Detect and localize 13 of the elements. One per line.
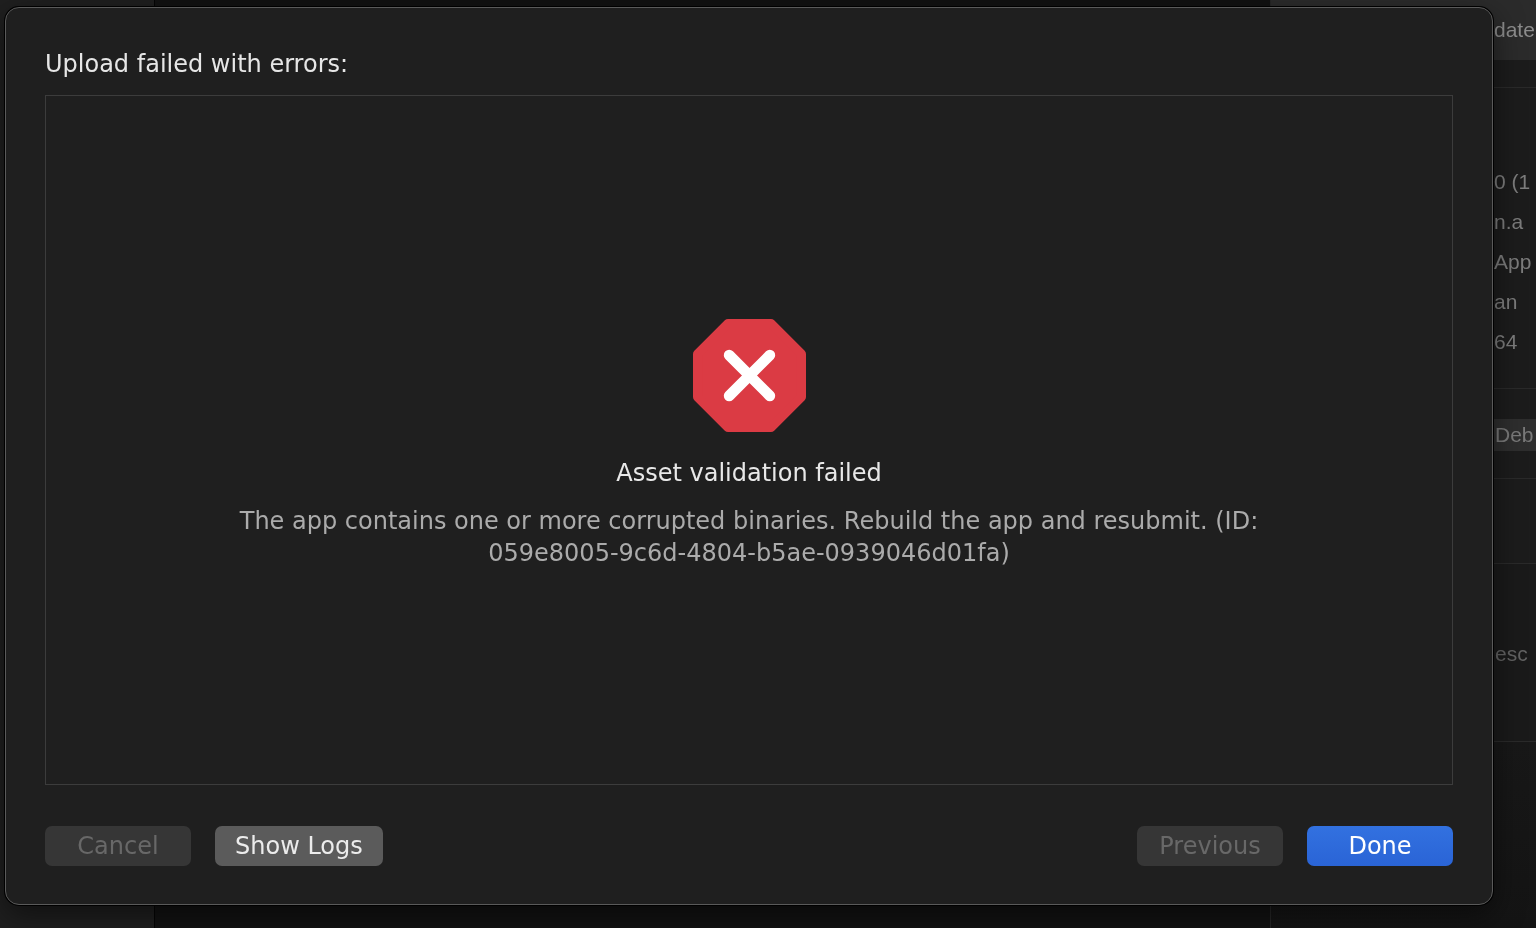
dialog-title: Upload failed with errors: [45, 49, 349, 80]
info-value: 0 (1 [1494, 169, 1532, 195]
dialog-button[interactable]: Done [1307, 826, 1453, 866]
error-message: The app contains one or more corrupted binaries. Rebuild the app and resubmit. (ID: 059e8005-9c6d-4804-b5ae-0939046d01fa) [238, 506, 1260, 569]
result-heading: Asset validation failed [616, 458, 882, 489]
panel-title: date [1494, 18, 1535, 42]
panel-button[interactable]: Deb [1493, 419, 1536, 451]
info-value: App [1494, 249, 1533, 275]
info-value: 64 [1494, 329, 1519, 355]
info-value: an [1494, 289, 1519, 315]
dialog-button[interactable]: Show Logs [215, 826, 383, 866]
info-value: n.a [1494, 209, 1525, 235]
error-icon [692, 319, 806, 432]
